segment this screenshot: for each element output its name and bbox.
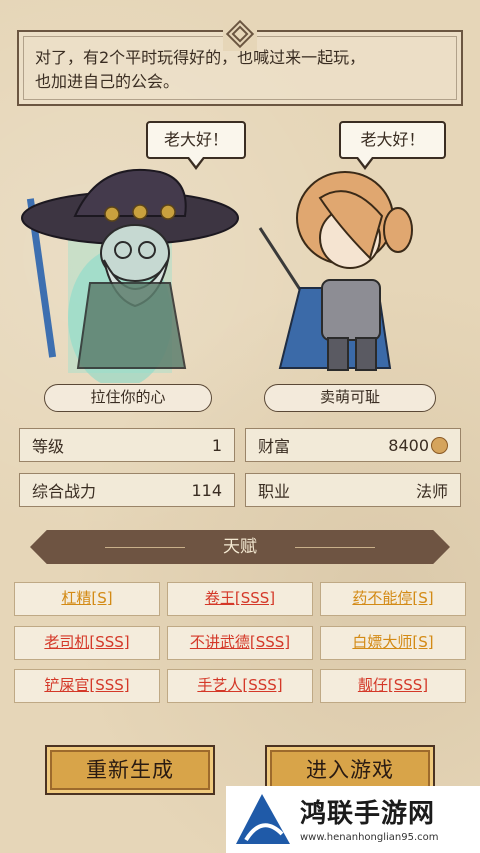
stat-value: 1 xyxy=(211,435,222,455)
speech-bubble-right: 老大好！ xyxy=(339,121,446,159)
regenerate-button[interactable]: 重新生成 xyxy=(45,745,215,795)
dialog-text: 对了，有2个平时玩得好的，也喊过来一起玩， 也加进自己的公会。 xyxy=(35,46,445,94)
stat-wealth: 财富 8400 xyxy=(245,428,461,462)
watermark-logo-icon xyxy=(236,794,290,844)
character-name-right: 卖萌可耻 xyxy=(319,388,380,406)
speech-tail-left-inner xyxy=(189,157,203,166)
stat-value: 法师 xyxy=(415,482,448,501)
dialog-line-2: 也加进自己的公会。 xyxy=(35,72,180,91)
stat-label: 职业 xyxy=(258,482,291,501)
speech-bubble-left: 老大好！ xyxy=(146,121,246,159)
character-name-left: 拉住你的心 xyxy=(90,388,166,406)
talent-item[interactable]: 老司机[SSS] xyxy=(14,626,160,660)
stat-level: 等级 1 xyxy=(19,428,235,462)
wizard-character xyxy=(21,168,239,383)
stat-label: 综合战力 xyxy=(32,482,97,501)
stat-class: 职业 法师 xyxy=(245,473,461,507)
watermark-url: www.henanhonglian95.com xyxy=(300,832,439,843)
talent-item[interactable]: 卷王[SSS] xyxy=(167,582,313,616)
coin-icon xyxy=(431,436,448,454)
talent-title: 天赋 xyxy=(223,537,257,557)
talent-item[interactable]: 手艺人[SSS] xyxy=(167,669,313,703)
talent-item[interactable]: 药不能停[S] xyxy=(320,582,466,616)
talent-item[interactable]: 靓仔[SSS] xyxy=(320,669,466,703)
name-banner-right: 卖萌可耻 xyxy=(264,384,436,412)
stat-value: 114 xyxy=(191,480,222,500)
speech-text-left: 老大好！ xyxy=(163,130,228,149)
speech-text-right: 老大好！ xyxy=(360,130,425,149)
stat-power: 综合战力 114 xyxy=(19,473,235,507)
knight-character xyxy=(258,171,413,371)
stat-label: 等级 xyxy=(32,437,65,456)
talent-item[interactable]: 铲屎官[SSS] xyxy=(14,669,160,703)
ornament-icon xyxy=(223,17,257,51)
stat-label: 财富 xyxy=(258,437,291,456)
talent-item[interactable]: 杠精[S] xyxy=(14,582,160,616)
speech-tail-right-inner xyxy=(358,157,372,166)
name-banner-left: 拉住你的心 xyxy=(44,384,212,412)
stat-value: 8400 xyxy=(388,435,429,455)
talent-item[interactable]: 白嫖大师[S] xyxy=(320,626,466,660)
talent-item[interactable]: 不讲武德[SSS] xyxy=(167,626,313,660)
watermark-title: 鸿联手游网 xyxy=(300,799,436,829)
